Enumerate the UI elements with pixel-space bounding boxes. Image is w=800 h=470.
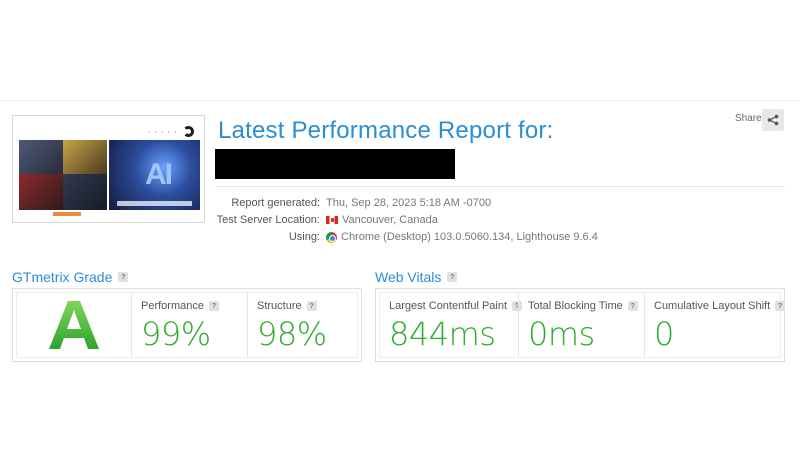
structure-value: 98% xyxy=(257,315,327,353)
thumbnail-hero-graphic: AI xyxy=(145,158,173,191)
web-vitals-panel: Largest Contentful Paint ? 844ms Total B… xyxy=(375,288,786,362)
thumbnail-tile xyxy=(19,140,63,174)
label-text: Cumulative Layout Shift xyxy=(654,300,771,312)
section-title: Web Vitals xyxy=(375,269,442,285)
tbt-label: Total Blocking Time ? xyxy=(528,300,638,312)
lcp-cell: Largest Contentful Paint ? 844ms xyxy=(380,293,523,357)
meta-value: Vancouver, Canada xyxy=(326,214,438,226)
meta-value-text: Chrome (Desktop) 103.0.5060.134, Lightho… xyxy=(341,231,598,243)
meta-key: Using: xyxy=(288,231,320,243)
performance-value: 99% xyxy=(141,315,211,353)
grade-letter xyxy=(17,293,131,357)
label-text: Largest Contentful Paint xyxy=(389,300,508,312)
meta-value: Thu, Sep 28, 2023 5:18 AM -0700 xyxy=(326,197,491,209)
help-icon[interactable]: ? xyxy=(775,301,786,311)
thumbnail-tile xyxy=(63,140,107,174)
share-label: Share xyxy=(735,113,762,124)
share-icon xyxy=(767,114,779,126)
redacted-url xyxy=(215,149,455,179)
section-title: GTmetrix Grade xyxy=(12,269,113,285)
web-vitals-heading: Web Vitals ? xyxy=(375,269,458,285)
structure-cell: Structure ? 98% xyxy=(247,293,357,357)
thumbnail-nav: ▪ ▪ ▪ ▪ ▪ xyxy=(148,129,178,134)
meta-value: Chrome (Desktop) 103.0.5060.134, Lightho… xyxy=(326,231,598,243)
help-icon[interactable]: ? xyxy=(306,301,317,311)
thumbnail-article-grid xyxy=(19,140,107,210)
lcp-value: 844ms xyxy=(389,315,496,353)
meta-key: Test Server Location: xyxy=(216,214,320,226)
help-icon[interactable]: ? xyxy=(627,301,638,311)
tbt-value: 0ms xyxy=(528,315,595,353)
thumbnail-hero-caption xyxy=(117,201,192,206)
label-text: Total Blocking Time xyxy=(528,300,623,312)
help-icon[interactable]: ? xyxy=(208,301,219,311)
meta-key: Report generated: xyxy=(231,197,320,209)
cls-cell: Cumulative Layout Shift ? 0 xyxy=(644,293,786,357)
report-title: Latest Performance Report for: xyxy=(218,117,554,144)
thumbnail-tile xyxy=(63,174,107,210)
gtmetrix-grade-heading: GTmetrix Grade ? xyxy=(12,269,129,285)
thumbnail-hero-image: AI xyxy=(109,140,200,210)
thumbnail-footer-badge xyxy=(53,212,81,216)
performance-cell: Performance ? 99% xyxy=(131,293,247,357)
meta-test-server-location: Test Server Location: Vancouver, Canada xyxy=(215,214,775,230)
header-divider xyxy=(215,186,785,187)
page-screenshot-thumbnail[interactable]: ▪ ▪ ▪ ▪ ▪ AI xyxy=(12,115,205,223)
label-text: Structure xyxy=(257,300,302,312)
gtmetrix-grade-panel: Performance ? 99% Structure ? 98% xyxy=(12,288,362,362)
canada-flag-icon xyxy=(326,216,338,224)
grade-cell xyxy=(17,293,131,357)
cls-label: Cumulative Layout Shift ? xyxy=(654,300,786,312)
meta-report-generated: Report generated: Thu, Sep 28, 2023 5:18… xyxy=(215,197,775,213)
structure-label: Structure ? xyxy=(257,300,317,312)
lcp-label: Largest Contentful Paint ? xyxy=(389,300,523,312)
grade-a-icon xyxy=(49,301,99,349)
performance-label: Performance ? xyxy=(141,300,219,312)
meta-value-text: Vancouver, Canada xyxy=(342,214,438,226)
report-summary: ▪ ▪ ▪ ▪ ▪ AI Latest Performance Report f… xyxy=(0,100,800,362)
chrome-icon xyxy=(326,231,337,243)
help-icon[interactable]: ? xyxy=(447,272,458,282)
meta-value-text: Thu, Sep 28, 2023 5:18 AM -0700 xyxy=(326,197,492,209)
site-logo-icon xyxy=(183,126,194,137)
thumbnail-header: ▪ ▪ ▪ ▪ ▪ xyxy=(19,122,198,138)
help-icon[interactable]: ? xyxy=(118,272,129,282)
tbt-cell: Total Blocking Time ? 0ms xyxy=(518,293,644,357)
label-text: Performance xyxy=(141,300,204,312)
meta-using: Using: Chrome (Desktop) 103.0.5060.134, … xyxy=(215,231,775,247)
cls-value: 0 xyxy=(654,315,674,353)
thumbnail-tile xyxy=(19,174,63,210)
share-button[interactable] xyxy=(762,109,784,131)
